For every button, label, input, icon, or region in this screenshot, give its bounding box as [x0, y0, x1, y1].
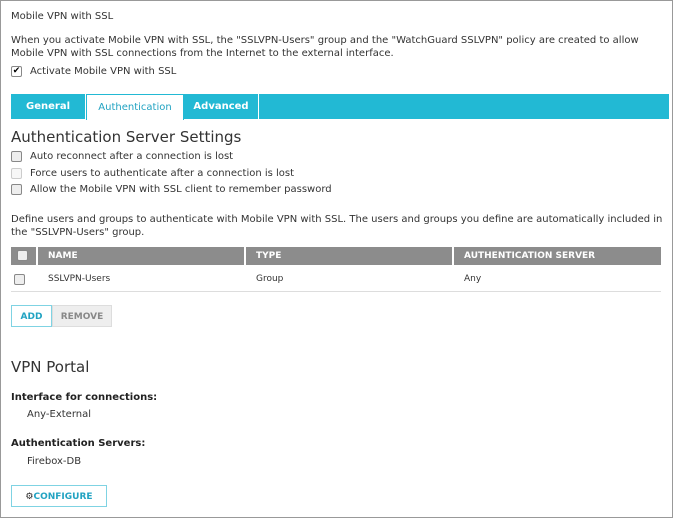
- configure-button[interactable]: ⚙CONFIGURE: [11, 485, 107, 507]
- option-label: Auto reconnect after a connection is los…: [30, 151, 234, 162]
- cell-name: SSLVPN-Users: [48, 274, 111, 284]
- checkbox[interactable]: [11, 184, 22, 195]
- tab-general[interactable]: General: [11, 94, 86, 119]
- tab-authentication[interactable]: Authentication: [86, 94, 184, 120]
- configure-label: CONFIGURE: [33, 492, 93, 502]
- auth-heading: Authentication Server Settings: [11, 128, 242, 146]
- tab-bar: General Authentication Advanced: [11, 94, 669, 120]
- select-all-checkbox[interactable]: [17, 250, 28, 261]
- gear-icon: ⚙: [25, 492, 34, 502]
- table-header: NAME TYPE AUTHENTICATION SERVER: [11, 247, 661, 265]
- add-button[interactable]: ADD: [11, 305, 52, 327]
- mobile-vpn-ssl-panel: Mobile VPN with SSL When you activate Mo…: [0, 0, 673, 518]
- option-label: Force users to authenticate after a conn…: [30, 168, 295, 179]
- activate-label: Activate Mobile VPN with SSL: [30, 66, 177, 77]
- interface-label: Interface for connections:: [11, 392, 158, 403]
- interface-value: Any-External: [27, 409, 92, 420]
- option-label: Allow the Mobile VPN with SSL client to …: [30, 184, 332, 195]
- checkbox[interactable]: [11, 151, 22, 162]
- option-force-auth[interactable]: Force users to authenticate after a conn…: [11, 168, 294, 179]
- col-type[interactable]: TYPE: [246, 247, 454, 265]
- col-name[interactable]: NAME: [38, 247, 246, 265]
- col-auth-server[interactable]: AUTHENTICATION SERVER: [454, 247, 661, 265]
- remove-button[interactable]: REMOVE: [52, 305, 112, 327]
- table-row[interactable]: SSLVPN-Users Group Any: [11, 267, 661, 292]
- checkbox[interactable]: [11, 168, 22, 179]
- vpn-portal-heading: VPN Portal: [11, 358, 90, 376]
- panel-title: Mobile VPN with SSL: [11, 11, 114, 22]
- description: When you activate Mobile VPN with SSL, t…: [11, 35, 639, 59]
- activate-checkbox[interactable]: ✔: [11, 66, 22, 77]
- option-auto-reconnect[interactable]: Auto reconnect after a connection is los…: [11, 151, 233, 162]
- option-remember-password[interactable]: Allow the Mobile VPN with SSL client to …: [11, 184, 332, 195]
- cell-type: Group: [256, 274, 284, 284]
- cell-auth-server: Any: [464, 274, 482, 284]
- activate-checkbox-row[interactable]: ✔ Activate Mobile VPN with SSL: [11, 66, 176, 77]
- servers-value: Firebox-DB: [27, 456, 82, 467]
- row-checkbox[interactable]: [14, 273, 25, 285]
- tab-advanced[interactable]: Advanced: [184, 94, 259, 119]
- servers-label: Authentication Servers:: [11, 438, 146, 449]
- define-text: Define users and groups to authenticate …: [11, 214, 663, 238]
